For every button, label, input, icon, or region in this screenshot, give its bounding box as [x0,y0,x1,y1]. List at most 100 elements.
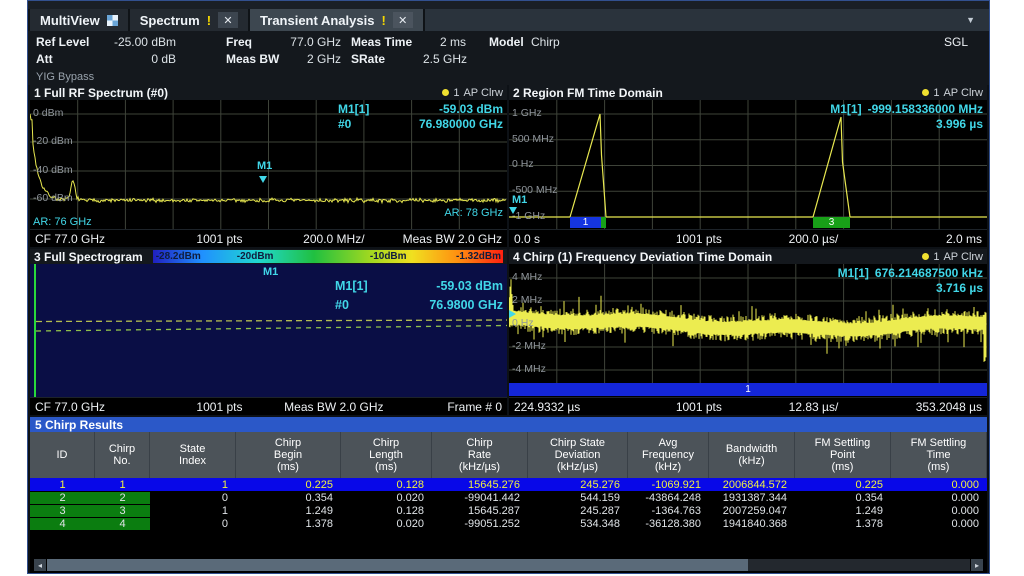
window-chirp-results[interactable]: 5 Chirp Results IDChirp No.State IndexCh… [30,417,987,573]
spectrum-plot[interactable]: 0 dBm -20 dBm -40 dBm -60 dBm M1 M1[1]-5… [30,100,507,229]
table-row[interactable]: 2200.3540.020-99041.442544.159-43864.248… [30,491,987,504]
scroll-track[interactable] [47,559,970,571]
table-cell[interactable]: 534.348 [528,518,628,530]
table-cell[interactable]: 3 [95,505,150,517]
table-row[interactable]: 3311.2490.12815645.287245.287-1364.76320… [30,504,987,517]
column-header[interactable]: FM Settling Point (ms) [795,432,891,478]
table-cell[interactable]: 0.000 [891,518,987,530]
table-cell[interactable]: 0 [150,492,236,504]
column-header[interactable]: Chirp Length (ms) [341,432,432,478]
trace-info[interactable]: 1 AP Clrw [922,251,983,263]
window-full-spectrogram[interactable]: 3 Full Spectrogram -28.2dBm -20dBm -10dB… [30,249,507,415]
window-title-bar[interactable]: 5 Chirp Results [30,417,987,432]
table-cell[interactable]: 4 [95,518,150,530]
region-bar-3[interactable]: 3 [813,217,850,228]
marker-m1-icon[interactable] [509,207,517,214]
region-bar-1-end[interactable] [601,217,606,228]
table-cell[interactable]: 1.378 [236,518,341,530]
table-cell[interactable]: 0.000 [891,492,987,504]
scroll-thumb[interactable] [47,559,748,571]
freq-value[interactable]: 77.0 GHz [273,35,341,49]
close-icon[interactable]: ✕ [218,12,238,28]
table-cell[interactable]: 0.020 [341,492,432,504]
freq-deviation-plot[interactable]: 4 MHz 2 MHz 0 Hz -2 MHz -4 MHz M1[1]676.… [509,264,987,383]
region-bar-1[interactable]: 1 [570,217,601,228]
spectrogram-plot[interactable]: M1 M1[1]-59.03 dBm #076.9800 GHz [30,264,507,397]
column-header[interactable]: Chirp No. [95,432,150,478]
table-cell[interactable]: -1364.763 [628,505,709,517]
tab-multiview[interactable]: MultiView [30,9,128,31]
table-cell[interactable]: -99051.252 [432,518,528,530]
scroll-right-icon[interactable]: ▸ [971,559,983,571]
table-cell[interactable]: 245.276 [528,479,628,491]
table-cell[interactable]: 15645.287 [432,505,528,517]
column-header[interactable]: Chirp Begin (ms) [236,432,341,478]
table-cell[interactable]: 15645.276 [432,479,528,491]
table-cell[interactable]: 0.225 [236,479,341,491]
table-cell[interactable]: 0.020 [341,518,432,530]
trace-info[interactable]: 1 AP Clrw [442,87,503,99]
att-value[interactable]: 0 dB [98,52,176,66]
model-value[interactable]: Chirp [531,35,560,49]
table-cell[interactable]: 0.000 [891,505,987,517]
table-cell[interactable]: 0.128 [341,505,432,517]
column-header[interactable]: Chirp State Deviation (kHz/µs) [528,432,628,478]
table-cell[interactable]: 544.159 [528,492,628,504]
column-header[interactable]: Chirp Rate (kHz/µs) [432,432,528,478]
chirp-region-bar[interactable]: 1 [509,383,987,396]
trace-info[interactable]: 1 AP Clrw [922,87,983,99]
table-cell[interactable]: 1 [150,479,236,491]
table-row[interactable]: 4401.3780.020-99051.252534.348-36128.380… [30,517,987,530]
table-cell[interactable]: 1.249 [795,505,891,517]
table-cell[interactable]: 0.354 [795,492,891,504]
table-cell[interactable]: 245.287 [528,505,628,517]
table-cell[interactable]: 1 [30,479,95,491]
table-cell[interactable]: 1 [95,479,150,491]
window-title-bar[interactable]: 1 Full RF Spectrum (#0) 1 AP Clrw [30,85,507,100]
meas-time-value[interactable]: 2 ms [423,35,466,49]
window-title-bar[interactable]: 2 Region FM Time Domain 1 AP Clrw [509,85,987,100]
tab-spectrum[interactable]: Spectrum ! ✕ [130,9,248,31]
table-cell[interactable]: 2006844.572 [709,479,795,491]
column-header[interactable]: ID [30,432,95,478]
table-cell[interactable]: 0.354 [236,492,341,504]
window-title-bar[interactable]: 4 Chirp (1) Frequency Deviation Time Dom… [509,249,987,264]
marker-m1-icon[interactable] [509,310,516,318]
window-chirp-freq-deviation[interactable]: 4 Chirp (1) Frequency Deviation Time Dom… [509,249,987,415]
table-cell[interactable]: 1 [150,505,236,517]
ref-level-value[interactable]: -25.00 dBm [98,35,176,49]
table-cell[interactable]: 3 [30,505,95,517]
meas-bw-value[interactable]: 2 GHz [273,52,341,66]
srate-value[interactable]: 2.5 GHz [423,52,466,66]
column-header[interactable]: State Index [150,432,236,478]
table-cell[interactable]: 2007259.047 [709,505,795,517]
table-cell[interactable]: -1069.921 [628,479,709,491]
fm-time-domain-plot[interactable]: 1 GHz 500 MHz 0 Hz -500 MHz -1 GHz M1 M1… [509,100,987,229]
window-region-fm-time-domain[interactable]: 2 Region FM Time Domain 1 AP Clrw 1 GHz … [509,85,987,247]
table-cell[interactable]: 4 [30,518,95,530]
close-icon[interactable]: ✕ [393,12,413,28]
window-title-bar[interactable]: 3 Full Spectrogram -28.2dBm -20dBm -10dB… [30,249,507,264]
column-header[interactable]: Bandwidth (kHz) [709,432,795,478]
window-full-rf-spectrum[interactable]: 1 Full RF Spectrum (#0) 1 AP Clrw 0 dBm … [30,85,507,247]
tab-transient-analysis[interactable]: Transient Analysis ! ✕ [250,9,423,31]
table-cell[interactable]: 1931387.344 [709,492,795,504]
table-cell[interactable]: 0.225 [795,479,891,491]
table-cell[interactable]: -99041.442 [432,492,528,504]
table-cell[interactable]: 2 [95,492,150,504]
column-header[interactable]: Avg Frequency (kHz) [628,432,709,478]
chevron-down-icon[interactable]: ▼ [966,15,975,25]
table-cell[interactable]: 2 [30,492,95,504]
table-cell[interactable]: 0.000 [891,479,987,491]
table-cell[interactable]: 0.128 [341,479,432,491]
table-cell[interactable]: -43864.248 [628,492,709,504]
table-row[interactable]: 1110.2250.12815645.276245.276-1069.92120… [30,478,987,491]
marker-m1-icon[interactable] [259,176,267,183]
table-cell[interactable]: 1.249 [236,505,341,517]
table-cell[interactable]: 0 [150,518,236,530]
h-scrollbar[interactable]: ◂ ▸ [34,559,983,571]
table-cell[interactable]: -36128.380 [628,518,709,530]
table-cell[interactable]: 1.378 [795,518,891,530]
table-cell[interactable]: 1941840.368 [709,518,795,530]
column-header[interactable]: FM Settling Time (ms) [891,432,987,478]
